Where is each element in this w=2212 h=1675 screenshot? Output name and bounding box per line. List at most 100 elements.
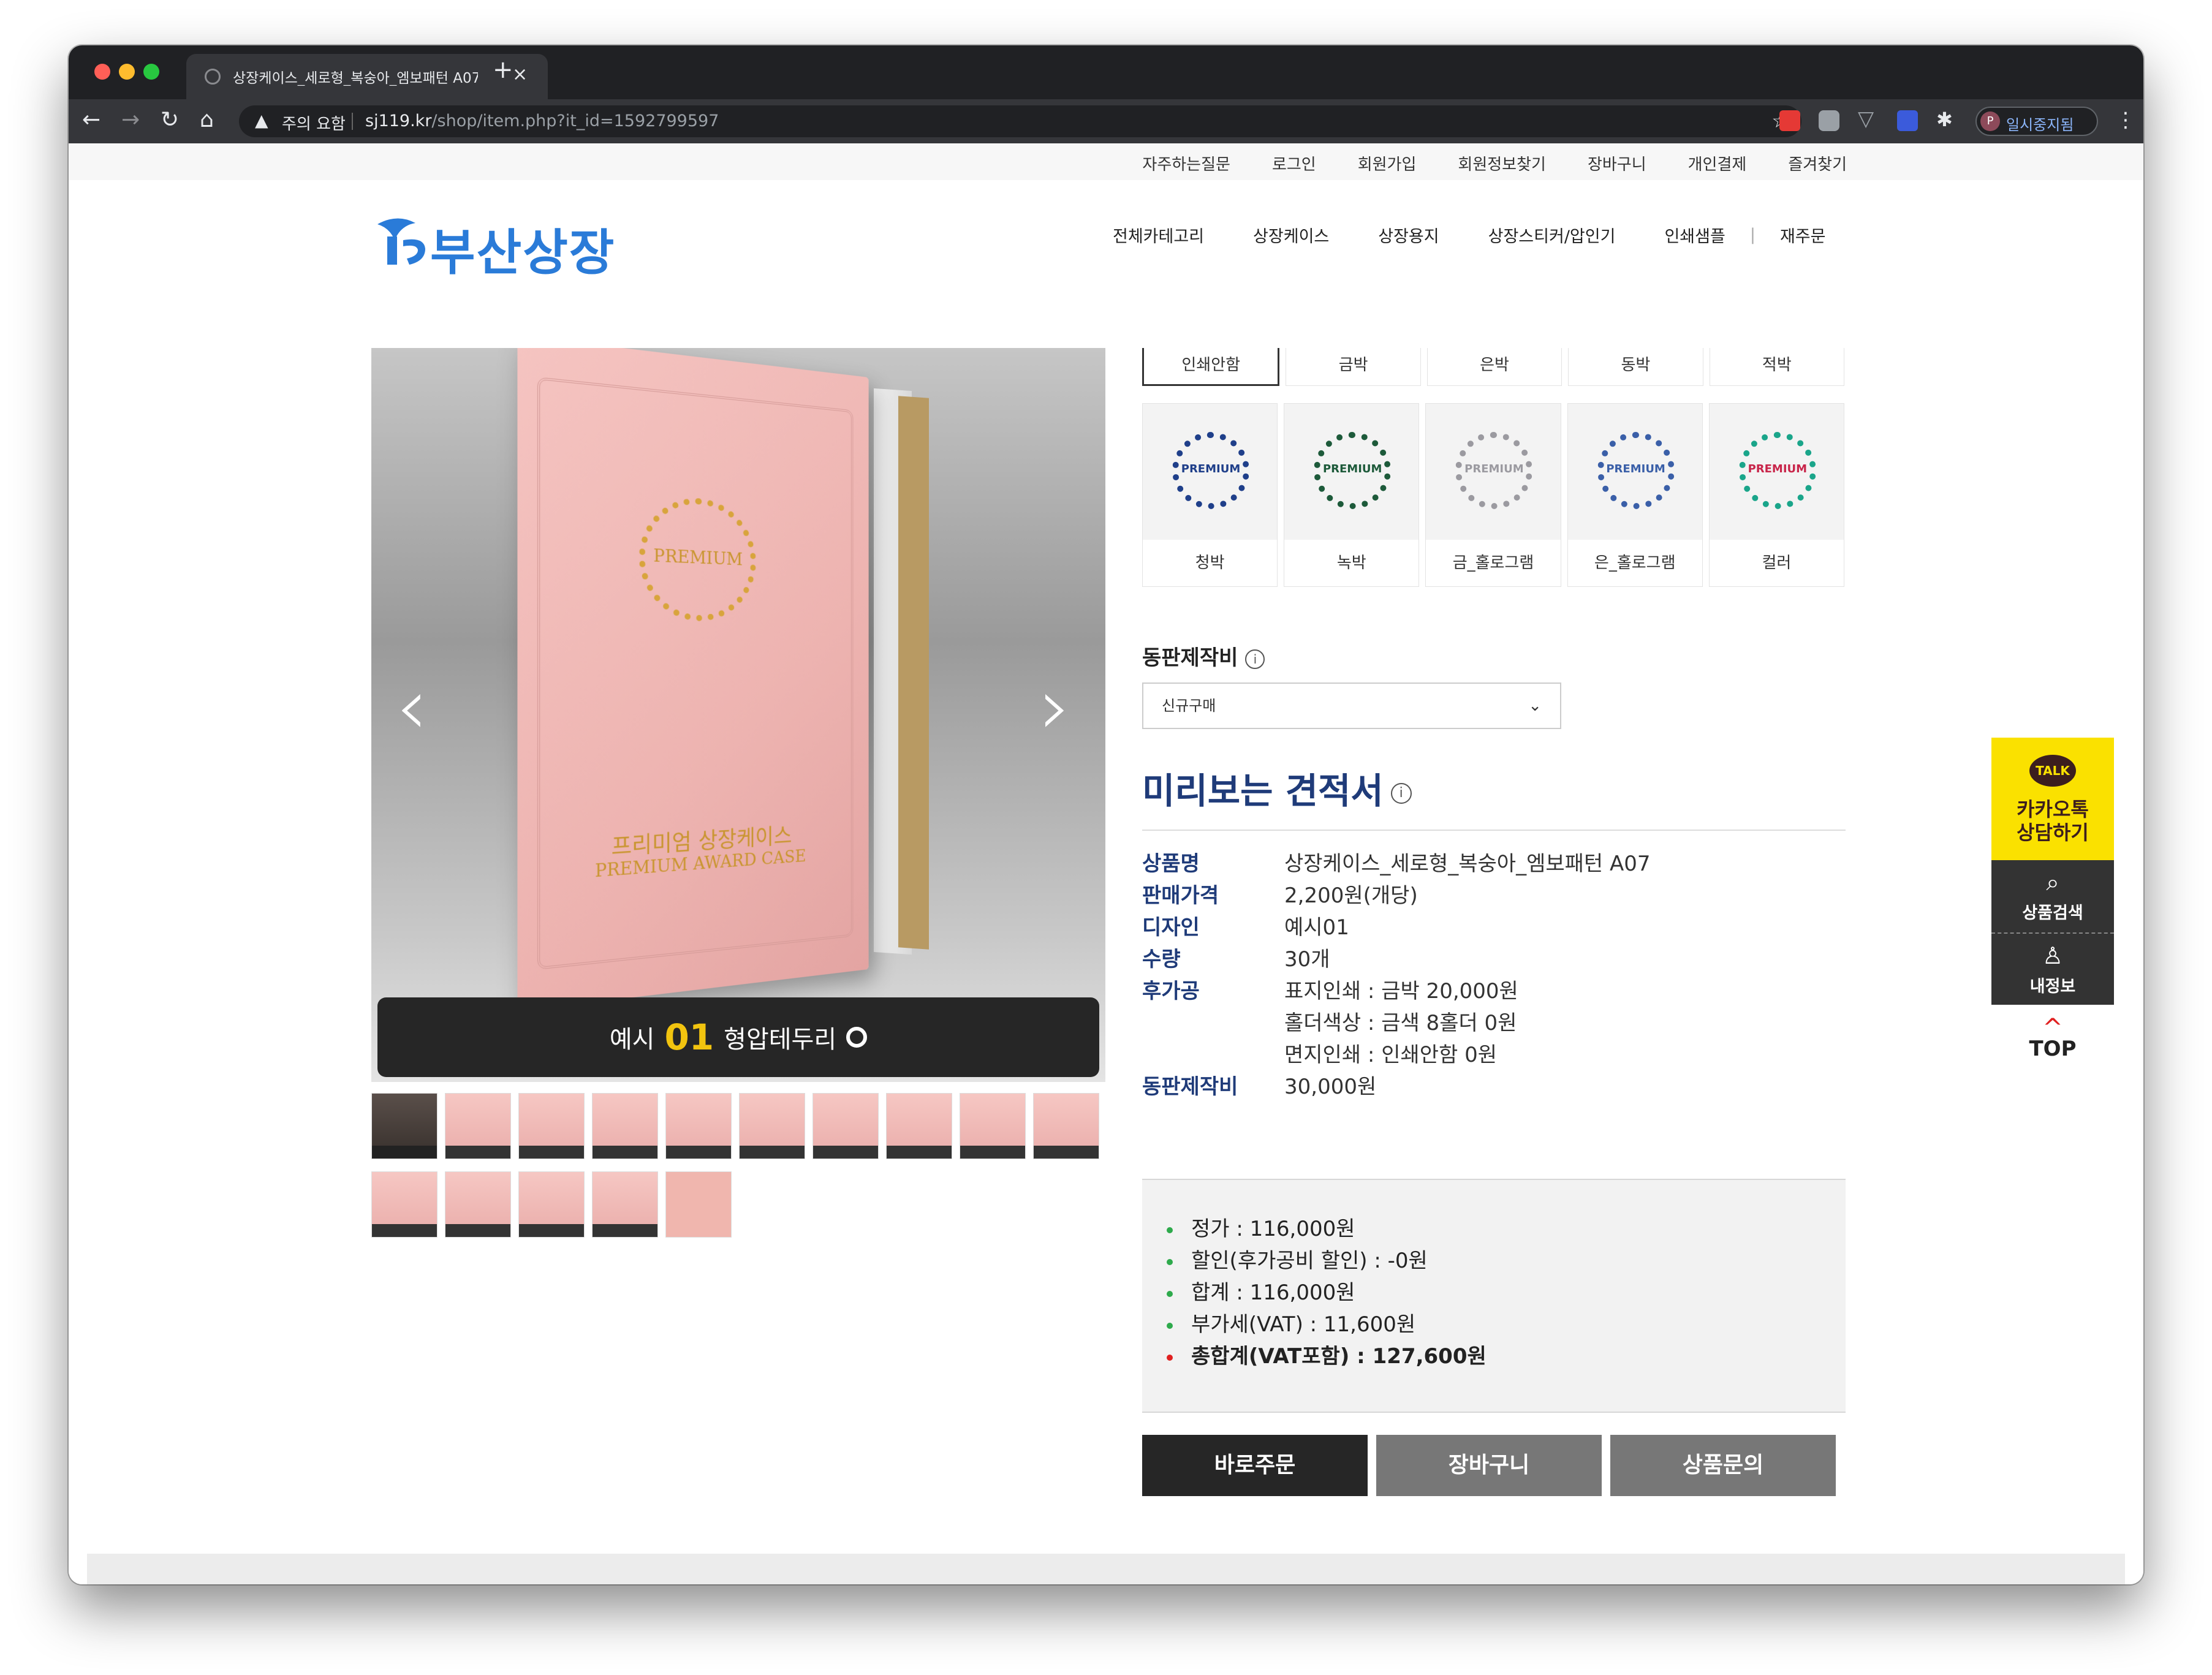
nav-sticker-embosser[interactable]: 상장스티커/압인기	[1488, 223, 1616, 247]
thumbnail-6[interactable]	[739, 1093, 805, 1159]
thumbnail-15[interactable]	[665, 1171, 732, 1238]
thumbnail-3[interactable]	[518, 1093, 585, 1159]
browser-window: 상장케이스_세로형_복숭아_엠보패턴 A07 × + ← → ↻ ⌂ ▲ 주의 …	[69, 45, 2143, 1584]
back-arrow-icon[interactable]: ←	[82, 108, 100, 132]
bullet-icon	[1167, 1322, 1173, 1329]
tab-close-icon[interactable]: ×	[512, 64, 528, 85]
foil-option-gold[interactable]: 금박	[1286, 348, 1421, 386]
close-window-button[interactable]	[94, 64, 110, 80]
top-link-faq[interactable]: 자주하는질문	[1142, 152, 1230, 175]
nav-award-case[interactable]: 상장케이스	[1253, 223, 1329, 247]
estimate-heading: 미리보는 견적서 i	[1142, 762, 1412, 814]
thumbnail-8[interactable]	[886, 1093, 952, 1159]
previous-image-chevron-icon[interactable]: ‹	[396, 667, 428, 746]
avatar: P	[1980, 112, 2000, 131]
thumbnail-12[interactable]	[445, 1171, 511, 1238]
navigation-bar: ← → ↻ ⌂ ▲ 주의 요함 sj119.kr/shop/item.php?i…	[69, 99, 2143, 143]
top-link-cart[interactable]: 장바구니	[1588, 152, 1646, 175]
top-link-personal-payment[interactable]: 개인결제	[1688, 152, 1747, 175]
puzzle-extensions-icon[interactable]: ✱	[1936, 108, 1957, 131]
nav-print-sample[interactable]: 인쇄샘플	[1664, 223, 1725, 247]
product-inquiry-button[interactable]: 상품문의	[1610, 1435, 1836, 1496]
url-host: sj119.kr	[365, 112, 432, 130]
foil-option-none[interactable]: 인쇄안함	[1142, 348, 1280, 386]
url-text[interactable]: sj119.kr/shop/item.php?it_id=1592799597	[365, 112, 719, 130]
detail-key: 판매가격	[1142, 883, 1219, 908]
summary-total-row: 총합계(VAT포함) : 127,600원	[1167, 1339, 1487, 1369]
site-logo[interactable]: 부산상장	[373, 208, 630, 281]
maximize-window-button[interactable]	[143, 64, 159, 80]
top-link-login[interactable]: 로그인	[1272, 152, 1316, 175]
plate-cost-text: 동판제작비	[1142, 646, 1238, 670]
foil-option-tabs: 인쇄안함 금박 은박 동박 적박	[1142, 348, 1845, 386]
main-navigation: 전체카테고리 상장케이스 상장용지 상장스티커/압인기 인쇄샘플 | 재주문	[1113, 223, 1825, 247]
swatch-label: 컬러	[1762, 554, 1792, 572]
profile-button[interactable]: P 일시중지됨	[1975, 107, 2098, 136]
top-link-favorites[interactable]: 즐겨찾기	[1788, 152, 1847, 175]
minimize-window-button[interactable]	[119, 64, 135, 80]
swatch-blue-foil[interactable]: PREMIUM 청박	[1142, 403, 1278, 587]
thumbnail-9[interactable]	[960, 1093, 1026, 1159]
plate-cost-select[interactable]: 신규구매 ⌄	[1142, 682, 1561, 729]
premium-seal-blue: PREMIUM	[1162, 422, 1259, 519]
thumbnail-14[interactable]	[592, 1171, 658, 1238]
logo-mark-icon	[377, 218, 425, 265]
new-tab-button[interactable]: +	[493, 58, 513, 82]
thumbnail-10[interactable]	[1033, 1093, 1099, 1159]
detail-value: 30,000원	[1284, 1075, 1377, 1099]
thumbnail-5[interactable]	[665, 1093, 732, 1159]
thumbnail-7[interactable]	[812, 1093, 879, 1159]
screen-extension-icon[interactable]	[1897, 110, 1918, 131]
home-icon[interactable]: ⌂	[200, 108, 214, 132]
next-image-chevron-icon[interactable]: ›	[1039, 667, 1071, 746]
swatch-silver-hologram[interactable]: PREMIUM 은_홀로그램	[1567, 403, 1703, 587]
summary-row: 합계 : 116,000원	[1167, 1276, 1355, 1306]
kakaotalk-consult-button[interactable]: TALK 카카오톡 상담하기	[1991, 738, 2114, 860]
nav-reorder[interactable]: 재주문	[1780, 223, 1826, 247]
browser-menu-icon[interactable]: ⋮	[2115, 108, 2136, 132]
tab-title: 상장케이스_세로형_복숭아_엠보패턴 A07	[233, 70, 478, 86]
foil-option-red[interactable]: 적박	[1709, 348, 1845, 386]
v-extension-icon[interactable]: ▽	[1858, 107, 1879, 131]
forward-arrow-icon[interactable]: →	[121, 108, 140, 132]
summary-text: 부가세(VAT) : 11,600원	[1191, 1312, 1416, 1337]
info-icon[interactable]: i	[1245, 649, 1265, 669]
top-link-signup[interactable]: 회원가입	[1358, 152, 1417, 175]
thumbnail-4[interactable]	[592, 1093, 658, 1159]
detail-value: 예시01	[1284, 915, 1349, 940]
swatch-green-foil[interactable]: PREMIUM 녹박	[1284, 403, 1420, 587]
nav-divider: |	[1749, 225, 1756, 244]
side-search-button[interactable]: ⌕ 상품검색	[1991, 860, 2114, 934]
top-link-find-account[interactable]: 회원정보찾기	[1458, 152, 1546, 175]
address-bar[interactable]: ▲ 주의 요함 sj119.kr/shop/item.php?it_id=159…	[239, 105, 1801, 137]
warning-icon: ▲	[255, 110, 268, 130]
add-to-cart-button[interactable]: 장바구니	[1376, 1435, 1602, 1496]
info-icon[interactable]: i	[1390, 782, 1412, 804]
foil-option-copper[interactable]: 동박	[1568, 348, 1703, 386]
camera-extension-icon[interactable]	[1819, 110, 1839, 131]
order-now-button[interactable]: 바로주문	[1142, 1435, 1368, 1496]
swatch-color[interactable]: PREMIUM 컬러	[1708, 403, 1845, 587]
thumbnail-2[interactable]	[445, 1093, 511, 1159]
swatch-gold-hologram[interactable]: PREMIUM 금_홀로그램	[1425, 403, 1561, 587]
thumbnail-1[interactable]	[371, 1093, 437, 1159]
summary-total-text: 총합계(VAT포함) : 127,600원	[1191, 1344, 1487, 1369]
profile-status-label: 일시중지됨	[2006, 116, 2074, 134]
caption-prefix: 예시	[609, 1026, 655, 1054]
nav-all-categories[interactable]: 전체카테고리	[1113, 223, 1204, 247]
side-my-info-label: 내정보	[2029, 977, 2076, 996]
reload-icon[interactable]: ↻	[161, 108, 179, 132]
address-separator	[352, 113, 353, 130]
thumbnail-13[interactable]	[518, 1171, 585, 1238]
summary-text: 합계 : 116,000원	[1191, 1280, 1355, 1305]
nav-award-paper[interactable]: 상장용지	[1378, 223, 1439, 247]
scroll-top-button[interactable]: ^ TOP	[1991, 1016, 2114, 1061]
foil-option-silver[interactable]: 은박	[1426, 348, 1562, 386]
side-my-info-button[interactable]: ♙ 내정보	[1991, 934, 2114, 1005]
premium-seal-gold-hologram: PREMIUM	[1445, 422, 1542, 519]
bullet-icon	[1167, 1258, 1173, 1265]
detail-value: 표지인쇄 : 금박 20,000원	[1284, 979, 1518, 1004]
thumbnail-11[interactable]	[371, 1171, 437, 1238]
extension-red-icon[interactable]	[1779, 110, 1800, 131]
seal-word: PREMIUM	[1322, 463, 1382, 475]
